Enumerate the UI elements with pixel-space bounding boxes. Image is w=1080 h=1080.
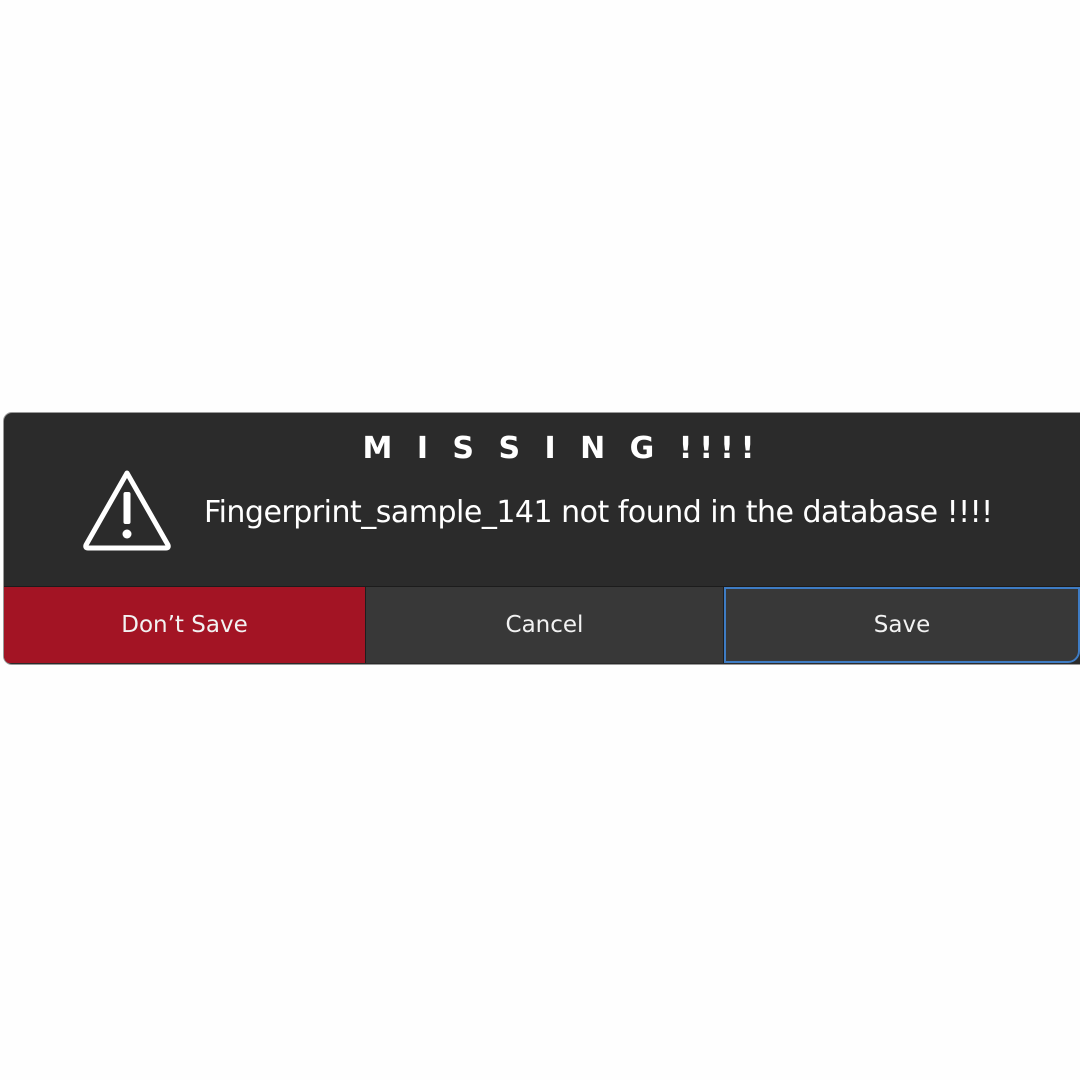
dont-save-button[interactable]: Don’t Save [4, 587, 365, 663]
warning-triangle-icon [83, 470, 171, 551]
background: M I S S I N G !!!! Fingerprint_sample_14… [0, 0, 1080, 1080]
alert-dialog: M I S S I N G !!!! Fingerprint_sample_14… [4, 413, 1080, 664]
dialog-title: M I S S I N G !!!! [362, 431, 762, 466]
dialog-message: Fingerprint_sample_141 not found in the … [204, 495, 993, 530]
save-button[interactable]: Save [724, 587, 1080, 663]
dialog-button-row: Don’t Save Cancel Save [4, 586, 1080, 664]
cancel-button[interactable]: Cancel [365, 587, 724, 663]
